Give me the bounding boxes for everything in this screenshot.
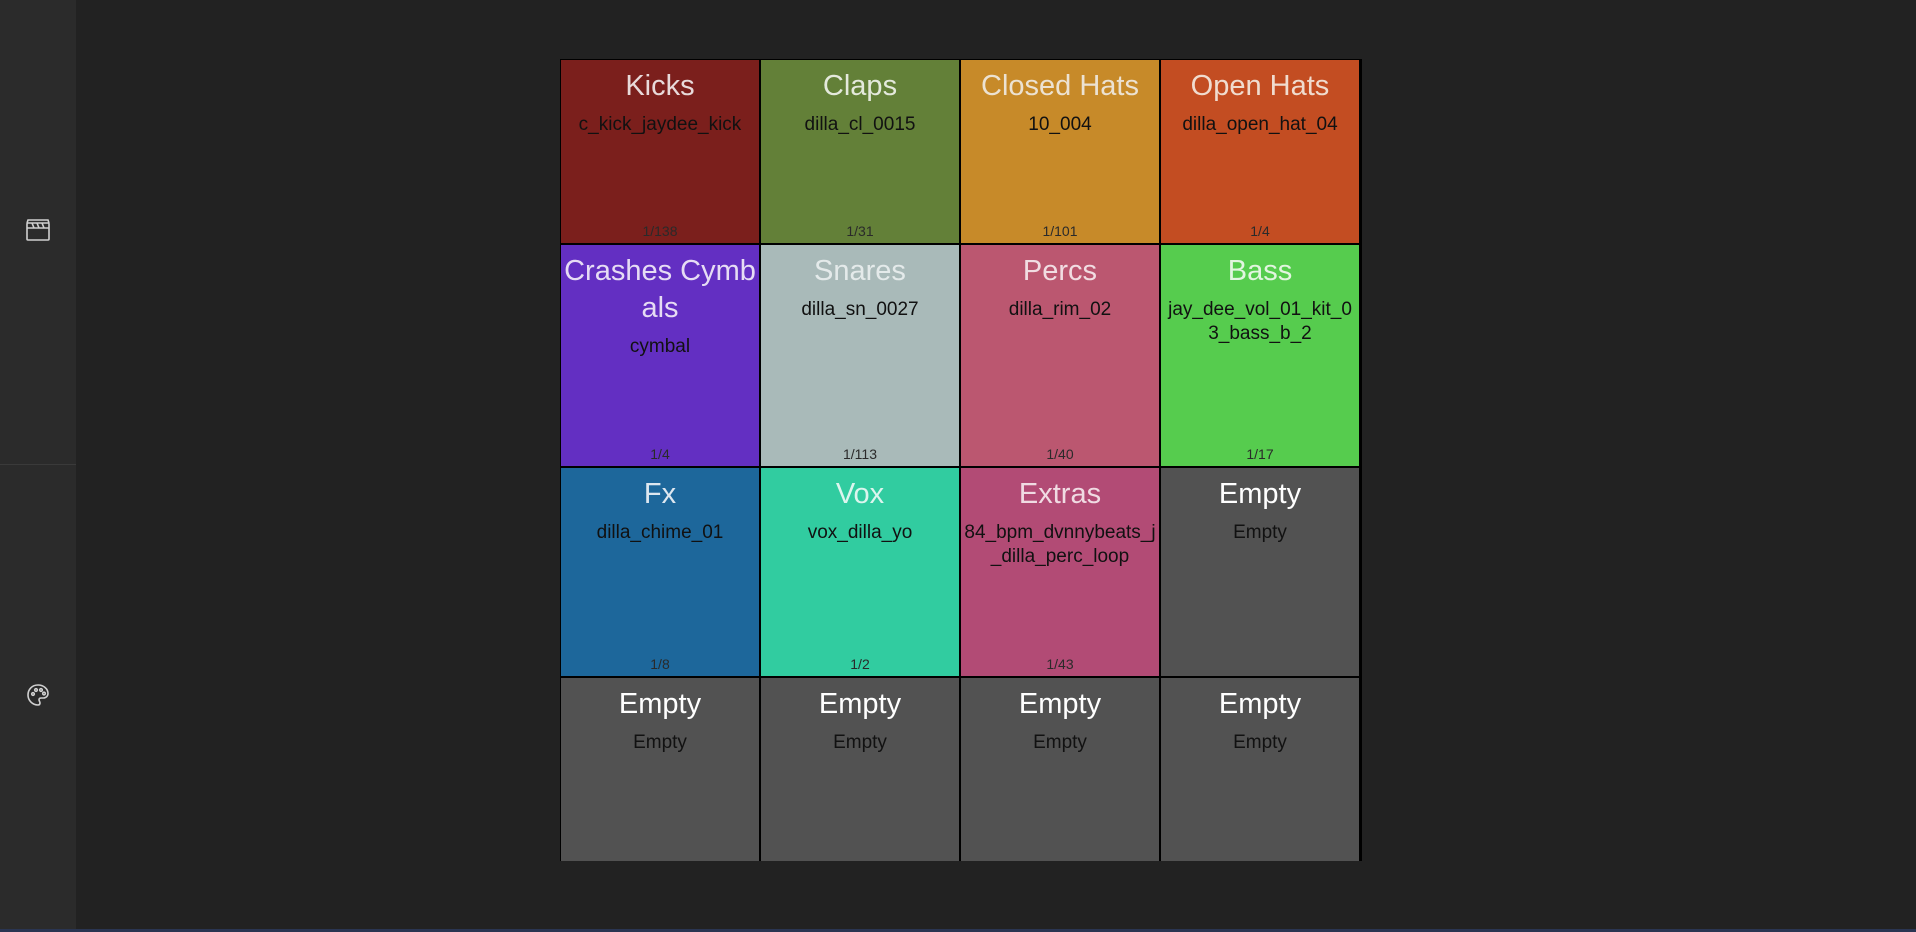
pad-sample-name: 10_004 — [1028, 114, 1092, 135]
pad-sample-count: 1/4 — [1250, 223, 1270, 239]
pad-title: Fx — [643, 478, 677, 510]
drum-pad[interactable]: Vox vox_dilla_yo 1/2 — [761, 468, 959, 676]
sidebar — [0, 0, 76, 932]
pad-sample-count: 1/8 — [650, 656, 670, 672]
pad-sample-name: dilla_cl_0015 — [804, 114, 916, 135]
drum-pad[interactable]: Bass jay_dee_vol_01_kit_03_bass_b_2 1/17 — [1161, 245, 1359, 466]
pad-title: Closed Hats — [981, 70, 1139, 102]
pad-sample-name: dilla_sn_0027 — [801, 299, 919, 320]
pad-sample-count: 1/43 — [1046, 656, 1074, 672]
drum-pad[interactable]: Snares dilla_sn_0027 1/113 — [761, 245, 959, 466]
pad-title: Percs — [1022, 255, 1098, 287]
pad-title: Open Hats — [1190, 70, 1330, 102]
drum-pad[interactable]: Empty Empty — [1161, 678, 1359, 861]
pad-sample-name: Empty — [633, 732, 687, 753]
drum-pad[interactable]: Kicks c_kick_jaydee_kick 1/138 — [561, 60, 759, 243]
pad-sample-count: 1/4 — [650, 446, 670, 462]
pad-title: Claps — [822, 70, 898, 102]
drum-pad[interactable]: Closed Hats 10_004 1/101 — [961, 60, 1159, 243]
pad-sample-count: 1/138 — [642, 223, 678, 239]
pad-title: Empty — [1018, 688, 1102, 720]
palette-icon — [25, 682, 51, 713]
pad-sample-count: 1/101 — [1042, 223, 1078, 239]
pad-sample-count: 1/31 — [846, 223, 874, 239]
pad-sample-name: Empty — [833, 732, 887, 753]
drum-pad[interactable]: Empty Empty — [561, 678, 759, 861]
pad-sample-count: 1/113 — [843, 446, 877, 462]
pad-title: Empty — [618, 688, 702, 720]
pad-sample-name: Empty — [1233, 522, 1287, 543]
pad-sample-name: dilla_open_hat_04 — [1182, 114, 1338, 135]
pad-sample-name: cymbal — [629, 336, 691, 357]
pad-sample-name: c_kick_jaydee_kick — [578, 114, 742, 135]
drum-pad[interactable]: Empty Empty — [961, 678, 1159, 861]
pad-sample-name: Empty — [1033, 732, 1087, 753]
pad-title: Empty — [1218, 478, 1302, 510]
pad-sample-name: jay_dee_vol_01_kit_03_bass_b_2 — [1168, 299, 1352, 344]
pad-title: Empty — [818, 688, 902, 720]
pad-sample-count: 1/2 — [850, 656, 870, 672]
drum-pad[interactable]: Crashes Cymbals cymbal 1/4 — [561, 245, 759, 466]
sidebar-item-theme[interactable] — [18, 677, 58, 717]
drum-pad[interactable]: Open Hats dilla_open_hat_04 1/4 — [1161, 60, 1359, 243]
drum-pad-grid: Kicks c_kick_jaydee_kick 1/138 Claps dilla_c… — [560, 59, 1362, 861]
pad-sample-name: Empty — [1233, 732, 1287, 753]
pad-title: Empty — [1218, 688, 1302, 720]
drum-pad[interactable]: Empty Empty — [1161, 468, 1359, 676]
drum-pad[interactable]: Extras 84_bpm_dvnnybeats_j_dilla_perc_loo… — [961, 468, 1159, 676]
pad-sample-name: 84_bpm_dvnnybeats_j_dilla_perc_loop — [964, 522, 1156, 567]
sidebar-divider — [0, 464, 76, 465]
pad-title: Bass — [1227, 255, 1293, 287]
pad-title: Extras — [1018, 478, 1102, 510]
clapperboard-icon — [25, 217, 51, 248]
pad-sample-count: 1/17 — [1246, 446, 1274, 462]
pad-sample-count: 1/40 — [1046, 446, 1074, 462]
pad-title: Vox — [835, 478, 885, 510]
drum-pad[interactable]: Empty Empty — [761, 678, 959, 861]
drum-pad[interactable]: Percs dilla_rim_02 1/40 — [961, 245, 1159, 466]
pad-sample-name: vox_dilla_yo — [807, 522, 913, 543]
sidebar-item-clips[interactable] — [18, 212, 58, 252]
pad-title: Crashes Cymbals — [564, 255, 756, 324]
pad-title: Kicks — [625, 70, 695, 102]
drum-pad[interactable]: Fx dilla_chime_01 1/8 — [561, 468, 759, 676]
pad-sample-name: dilla_chime_01 — [596, 522, 724, 543]
pad-sample-name: dilla_rim_02 — [1008, 299, 1112, 320]
drum-pad[interactable]: Claps dilla_cl_0015 1/31 — [761, 60, 959, 243]
pad-title: Snares — [814, 255, 906, 287]
